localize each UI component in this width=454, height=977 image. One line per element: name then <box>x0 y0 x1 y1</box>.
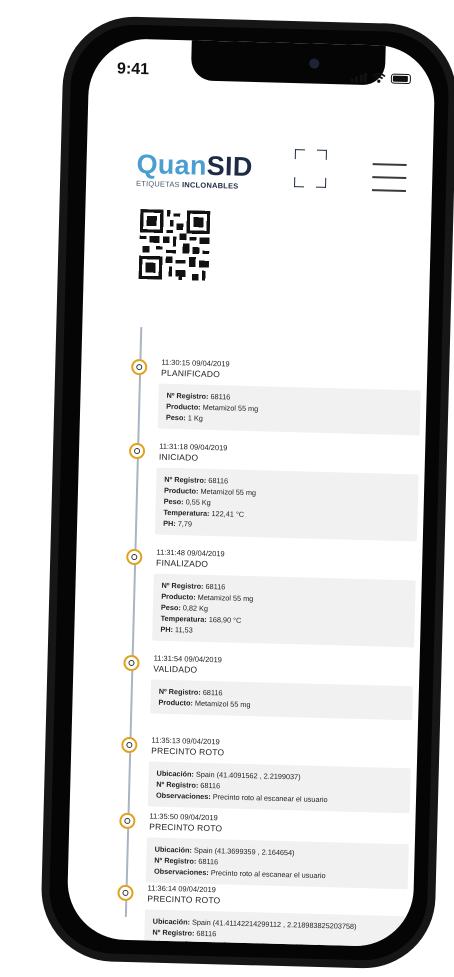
event-header: 11:31:48 09/04/2019 FINALIZADO <box>156 548 225 570</box>
eye-icon[interactable] <box>123 654 140 672</box>
event-status: PRECINTO ROTO <box>149 821 223 834</box>
quansid-logo[interactable]: QuanSID ETIQUETAS INCLONABLES <box>135 148 327 191</box>
detail-label: Temperatura: <box>163 507 210 518</box>
event-status: PRECINTO ROTO <box>147 893 221 906</box>
detail-label: Temperatura: <box>160 613 207 624</box>
qr-code-icon <box>138 209 211 281</box>
phone-screen: 9:41 QuanSID ETIQUETAS INCLONABLES 11:30… <box>66 37 436 948</box>
event-details-card: Nº Registro: 68116 Producto: Metamizol 55… <box>154 467 419 542</box>
detail-value: 68116 <box>198 780 221 791</box>
detail-label: Peso: <box>163 496 184 507</box>
eye-icon[interactable] <box>121 736 138 754</box>
detail-value: 68116 <box>200 687 223 698</box>
detail-value: 68116 <box>196 856 219 867</box>
detail-label: Nº Registro: <box>154 855 197 866</box>
detail-value: 68116 <box>194 928 217 939</box>
detail-value: 122,41 °C <box>209 508 245 519</box>
event-status: INICIADO <box>158 451 199 463</box>
detail-value: 1 Kg <box>185 413 203 423</box>
detail-value: 7,79 <box>175 519 193 529</box>
wifi-icon <box>372 72 386 83</box>
event-status: PRECINTO ROTO <box>151 745 225 758</box>
event-details-card: Ubicación: Spain (41.3699359 , 2.164654)… <box>145 837 409 890</box>
detail-label: Ubicación: <box>152 916 191 927</box>
timeline-event: 11:31:18 09/04/2019 INICIADO Nº Registro: … <box>128 441 435 542</box>
event-details-card: Nº Registro: 68116 Producto: Metamizol 55… <box>157 383 421 436</box>
event-details-card: Nº Registro: 68116 Producto: Metamizol 55… <box>152 573 416 648</box>
timeline-event: 11:31:48 09/04/2019 FINALIZADO Nº Registro… <box>126 547 435 648</box>
eye-icon[interactable] <box>131 358 148 376</box>
logo-bracket-mark <box>294 149 327 188</box>
detail-label: Peso: <box>160 602 181 613</box>
event-details-card: Ubicación: Spain (41.4091562 , 2.2199037… <box>147 761 411 814</box>
timeline-event: 11:30:15 09/04/2019 PLANIFICADO Nº Registr… <box>131 357 436 436</box>
detail-label: Observaciones: <box>153 866 209 878</box>
detail-value: Metamizol 55 mg <box>198 486 257 498</box>
detail-label: Nº Registro: <box>166 390 209 401</box>
detail-value: 168,90 °C <box>206 614 242 625</box>
phone-bezel: 9:41 QuanSID ETIQUETAS INCLONABLES 11:30… <box>47 23 451 962</box>
detail-value: Metamizol 55 mg <box>192 698 251 710</box>
signal-icon <box>350 72 368 83</box>
detail-value: 68116 <box>203 581 226 592</box>
eye-icon[interactable] <box>117 884 134 902</box>
detail-label: Producto: <box>158 697 194 708</box>
detail-label: Nº Registro: <box>164 474 207 485</box>
event-details-card: Nº Registro: 68116 Producto: Metamizol 55… <box>150 679 413 721</box>
detail-value: Metamizol 55 mg <box>195 592 254 604</box>
timeline-event: 11:35:13 09/04/2019 PRECINTO ROTO Ubicació… <box>121 735 430 814</box>
hamburger-menu-icon[interactable] <box>371 163 407 192</box>
detail-value: 68116 <box>208 391 231 402</box>
detail-value: 0,82 Kg <box>180 603 209 613</box>
brand-name: QuanSID <box>136 148 254 182</box>
eye-icon[interactable] <box>119 812 136 830</box>
detail-label: Producto: <box>166 401 201 412</box>
detail-label: Nº Registro: <box>152 927 195 938</box>
eye-icon[interactable] <box>128 442 146 460</box>
detail-label: Ubicación: <box>154 844 193 855</box>
detail-label: Nº Registro: <box>161 580 204 591</box>
event-details-card: Ubicación: Spain (41.41142214299112 , 2.… <box>143 909 407 948</box>
detail-value: 11,53 <box>172 625 193 635</box>
detail-label: Observaciones: <box>155 790 211 802</box>
event-status: VALIDADO <box>153 663 198 675</box>
battery-icon <box>390 73 412 85</box>
detail-value: Precinto roto al escanear el usuario <box>208 868 326 881</box>
event-timeline: 11:30:15 09/04/2019 PLANIFICADO Nº Registr… <box>117 327 435 948</box>
event-status: FINALIZADO <box>156 557 209 569</box>
event-header: 11:36:14 09/04/2019 PRECINTO ROTO <box>147 883 221 905</box>
detail-value: Precinto roto al escanear el usuario <box>206 940 324 948</box>
event-header: 11:30:15 09/04/2019 PLANIFICADO <box>161 358 230 380</box>
status-time: 9:41 <box>116 60 150 79</box>
event-header: 11:35:13 09/04/2019 PRECINTO ROTO <box>151 736 225 758</box>
eye-icon[interactable] <box>126 548 143 566</box>
detail-value: Precinto roto al escanear el usuario <box>210 792 328 805</box>
detail-label: Nº Registro: <box>156 779 199 790</box>
timeline-event: 11:31:54 09/04/2019 VALIDADO Nº Registro: … <box>123 653 432 721</box>
detail-label: Observaciones: <box>152 938 208 948</box>
detail-label: Producto: <box>163 485 199 496</box>
event-header: 11:35:50 09/04/2019 PRECINTO ROTO <box>149 812 223 834</box>
detail-label: Producto: <box>161 591 196 602</box>
event-header: 11:31:54 09/04/2019 VALIDADO <box>153 654 222 676</box>
detail-label: PH: <box>163 518 176 529</box>
brand-tagline: ETIQUETAS INCLONABLES <box>135 178 239 191</box>
phone-frame: 9:41 QuanSID ETIQUETAS INCLONABLES 11:30… <box>39 15 454 970</box>
detail-label: Ubicación: <box>156 768 195 779</box>
event-header: 11:31:18 09/04/2019 INICIADO <box>159 442 228 464</box>
event-status: PLANIFICADO <box>160 367 221 380</box>
detail-label: PH: <box>160 624 174 635</box>
status-icons <box>350 72 412 85</box>
detail-value: 68116 <box>206 475 229 486</box>
detail-value: 0,55 Kg <box>183 497 211 508</box>
detail-label: Nº Registro: <box>158 686 201 697</box>
detail-value: Metamizol 55 mg <box>200 402 259 414</box>
front-camera <box>309 58 320 69</box>
detail-label: Peso: <box>165 412 186 423</box>
